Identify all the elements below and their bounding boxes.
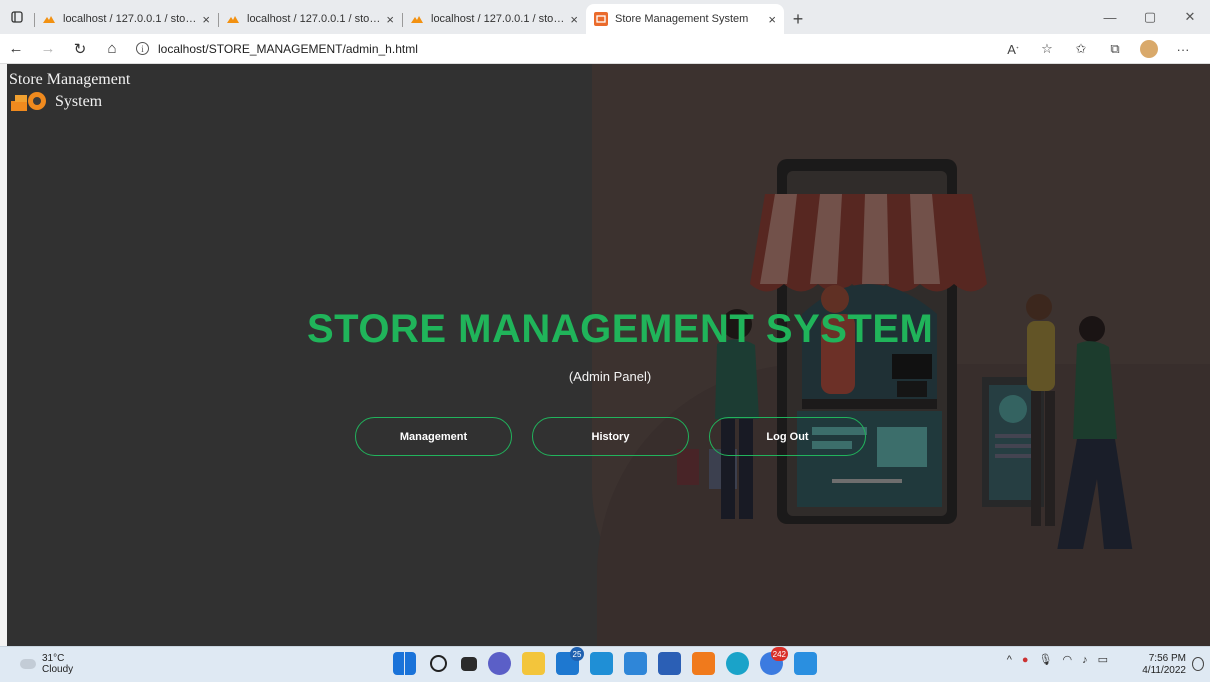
restore-icon[interactable]: ▢ bbox=[1130, 0, 1170, 34]
calendar-icon[interactable] bbox=[590, 652, 613, 675]
mail-badge: 25 bbox=[570, 647, 584, 661]
read-aloud-icon[interactable]: Aᐩ bbox=[996, 34, 1030, 64]
hero-subtitle: (Admin Panel) bbox=[568, 369, 652, 384]
tab-title: localhost / 127.0.0.1 / store_man bbox=[431, 13, 564, 25]
volume-icon[interactable]: ♪ bbox=[1082, 654, 1088, 666]
teams-chat-icon[interactable] bbox=[488, 652, 511, 675]
page-content: Store Management System STORE MANAGEMENT… bbox=[7, 64, 1210, 646]
word-icon[interactable] bbox=[658, 652, 681, 675]
close-tab-icon[interactable]: × bbox=[768, 12, 776, 27]
tab-phpmyadmin-3[interactable]: localhost / 127.0.0.1 / store_man × bbox=[402, 4, 586, 34]
clock-time: 7:56 PM bbox=[1148, 653, 1186, 664]
tray-app-icon[interactable]: ● bbox=[1022, 654, 1029, 666]
tab-store-management[interactable]: Store Management System × bbox=[586, 4, 784, 34]
taskbar-apps: 25 242 bbox=[393, 647, 817, 675]
tab-title: localhost / 127.0.0.1 / store_man bbox=[63, 13, 196, 25]
tab-title: localhost / 127.0.0.1 / store_man bbox=[247, 13, 380, 25]
clock[interactable]: 7:56 PM 4/11/2022 bbox=[1142, 653, 1186, 677]
profile-avatar[interactable] bbox=[1140, 40, 1158, 58]
close-window-icon[interactable]: ✕ bbox=[1170, 0, 1210, 34]
toolbar-actions: Aᐩ ☆ ✩ ⧉ ··· bbox=[996, 34, 1200, 64]
mail-icon[interactable]: 25 bbox=[556, 647, 584, 675]
brand-name-line2: System bbox=[55, 92, 103, 110]
file-explorer-icon[interactable] bbox=[522, 652, 545, 675]
tab-strip: localhost / 127.0.0.1 / store_man × loca… bbox=[0, 0, 1210, 34]
close-tab-icon[interactable]: × bbox=[386, 12, 394, 27]
phpmyadmin-icon bbox=[411, 16, 423, 23]
store-logo-icon bbox=[11, 92, 46, 111]
phpmyadmin-icon bbox=[227, 16, 239, 23]
battery-icon[interactable]: ▭ bbox=[1098, 653, 1108, 666]
collections-icon[interactable]: ⧉ bbox=[1098, 34, 1132, 64]
store-favicon-icon bbox=[594, 12, 608, 26]
chrome-badge: 242 bbox=[770, 647, 788, 661]
management-button[interactable]: Management bbox=[355, 417, 512, 456]
cloud-icon bbox=[20, 659, 36, 669]
brand-name-line1: Store Management bbox=[9, 71, 131, 88]
weather-widget[interactable]: 31°C Cloudy bbox=[20, 653, 73, 675]
wifi-icon[interactable]: ◠ bbox=[1062, 653, 1072, 666]
window-controls: — ▢ ✕ bbox=[1090, 0, 1210, 34]
weather-temp: 31°C bbox=[42, 653, 65, 664]
vscode-icon[interactable] bbox=[624, 652, 647, 675]
more-icon[interactable]: ··· bbox=[1166, 34, 1200, 64]
tab-title: Store Management System bbox=[615, 13, 749, 25]
clock-date: 4/11/2022 bbox=[1142, 665, 1186, 676]
brand[interactable]: Store Management System bbox=[9, 70, 130, 113]
edge-icon[interactable] bbox=[726, 652, 749, 675]
chrome-icon[interactable]: 242 bbox=[760, 647, 788, 675]
back-icon[interactable]: ← bbox=[0, 34, 32, 64]
logout-button[interactable]: Log Out bbox=[709, 417, 866, 456]
history-button[interactable]: History bbox=[532, 417, 689, 456]
phpmyadmin-icon bbox=[43, 16, 55, 23]
weather-desc: Cloudy bbox=[42, 664, 74, 675]
xampp-icon[interactable] bbox=[692, 652, 715, 675]
home-icon[interactable]: ⌂ bbox=[96, 34, 128, 64]
photos-icon[interactable] bbox=[794, 652, 817, 675]
favorites-icon[interactable]: ✩ bbox=[1064, 34, 1098, 64]
tab-actions-icon[interactable] bbox=[0, 0, 34, 34]
refresh-icon[interactable]: ↻ bbox=[64, 34, 96, 64]
tab-phpmyadmin-1[interactable]: localhost / 127.0.0.1 / store_man × bbox=[34, 4, 218, 34]
windows-taskbar: 31°C Cloudy 25 242 ^ ● 🎙 ◠ ♪ ▭ 7:56 PM 4… bbox=[0, 646, 1210, 682]
start-icon[interactable] bbox=[393, 652, 416, 675]
microphone-icon[interactable]: 🎙 bbox=[1039, 653, 1053, 666]
forward-icon[interactable]: → bbox=[32, 34, 64, 64]
close-tab-icon[interactable]: × bbox=[202, 12, 210, 27]
address-bar[interactable]: i localhost/STORE_MANAGEMENT/admin_h.htm… bbox=[136, 37, 418, 61]
chevron-up-icon[interactable]: ^ bbox=[1007, 654, 1012, 666]
browser-toolbar: ← → ↻ ⌂ i localhost/STORE_MANAGEMENT/adm… bbox=[0, 34, 1210, 64]
favorite-add-icon[interactable]: ☆ bbox=[1030, 34, 1064, 64]
search-icon[interactable] bbox=[430, 655, 447, 672]
task-view-icon[interactable] bbox=[461, 657, 477, 671]
browser-window: localhost / 127.0.0.1 / store_man × loca… bbox=[0, 0, 1210, 682]
hero-title: STORE MANAGEMENT SYSTEM bbox=[307, 307, 934, 351]
site-info-icon[interactable]: i bbox=[136, 42, 149, 55]
notification-icon[interactable] bbox=[1192, 657, 1204, 671]
new-tab-button[interactable]: + bbox=[784, 4, 812, 34]
address-text[interactable]: localhost/STORE_MANAGEMENT/admin_h.html bbox=[158, 42, 418, 56]
admin-actions: Management History Log Out bbox=[355, 417, 866, 456]
close-tab-icon[interactable]: × bbox=[570, 12, 578, 27]
tab-phpmyadmin-2[interactable]: localhost / 127.0.0.1 / store_man × bbox=[218, 4, 402, 34]
minimize-icon[interactable]: — bbox=[1090, 0, 1130, 34]
